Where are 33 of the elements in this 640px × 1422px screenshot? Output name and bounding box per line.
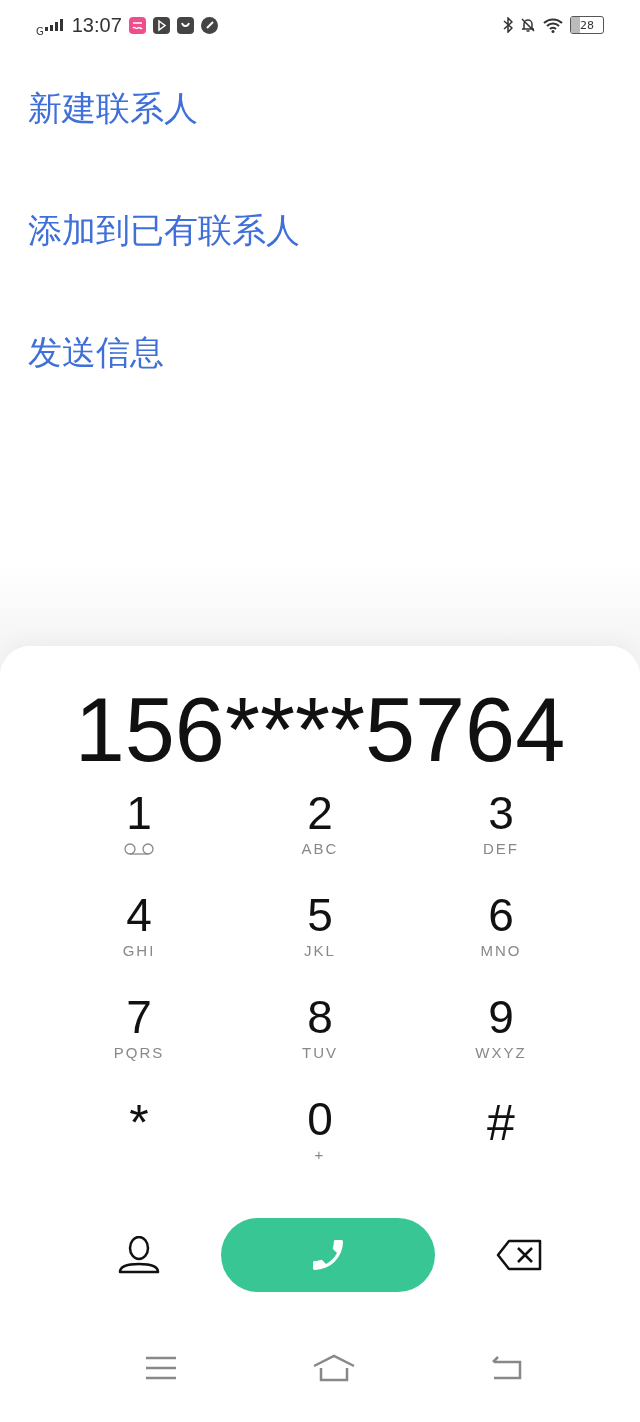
dial-key[interactable]: 6 MNO <box>410 890 592 992</box>
app-notification-icon <box>128 16 146 34</box>
contact-icon[interactable] <box>118 1236 160 1274</box>
voicemail-icon <box>123 843 155 855</box>
menu-icon[interactable] <box>146 1356 176 1380</box>
battery-percent: 28 <box>580 18 594 32</box>
menu-item[interactable]: 新建联系人 <box>28 88 612 128</box>
dial-key[interactable]: 7 PQRS <box>48 992 230 1094</box>
dial-key[interactable]: 4 GHI <box>48 890 230 992</box>
dial-key[interactable]: 2 ABC <box>229 788 411 890</box>
dial-key[interactable]: * <box>48 1094 230 1196</box>
menu-item[interactable]: 发送信息 <box>28 332 612 372</box>
dial-key[interactable]: 0 + <box>229 1094 411 1196</box>
play-icon <box>152 16 170 34</box>
wifi-icon <box>543 17 563 33</box>
home-icon[interactable] <box>313 1354 355 1382</box>
dial-key[interactable]: 3 DEF <box>410 788 592 890</box>
back-icon[interactable] <box>492 1356 522 1380</box>
menu-item[interactable]: 添加到已有联系人 <box>28 210 612 250</box>
dial-key[interactable]: 5 JKL <box>229 890 411 992</box>
dial-key[interactable]: 1 <box>48 788 230 890</box>
dial-key[interactable]: 8 TUV <box>229 992 411 1094</box>
backspace-icon[interactable] <box>496 1239 542 1271</box>
clock-time: 13:07 <box>71 13 122 37</box>
signal-icon <box>44 19 65 31</box>
dial-key[interactable]: # <box>410 1094 592 1196</box>
bluetooth-icon <box>503 17 513 33</box>
bell-off-icon <box>520 17 536 33</box>
network-type: G <box>36 25 44 37</box>
phone-number: 156****5764 <box>73 680 567 780</box>
bag-icon <box>176 16 194 34</box>
dial-key[interactable]: 9 WXYZ <box>410 992 592 1094</box>
gauge-icon <box>200 16 218 34</box>
